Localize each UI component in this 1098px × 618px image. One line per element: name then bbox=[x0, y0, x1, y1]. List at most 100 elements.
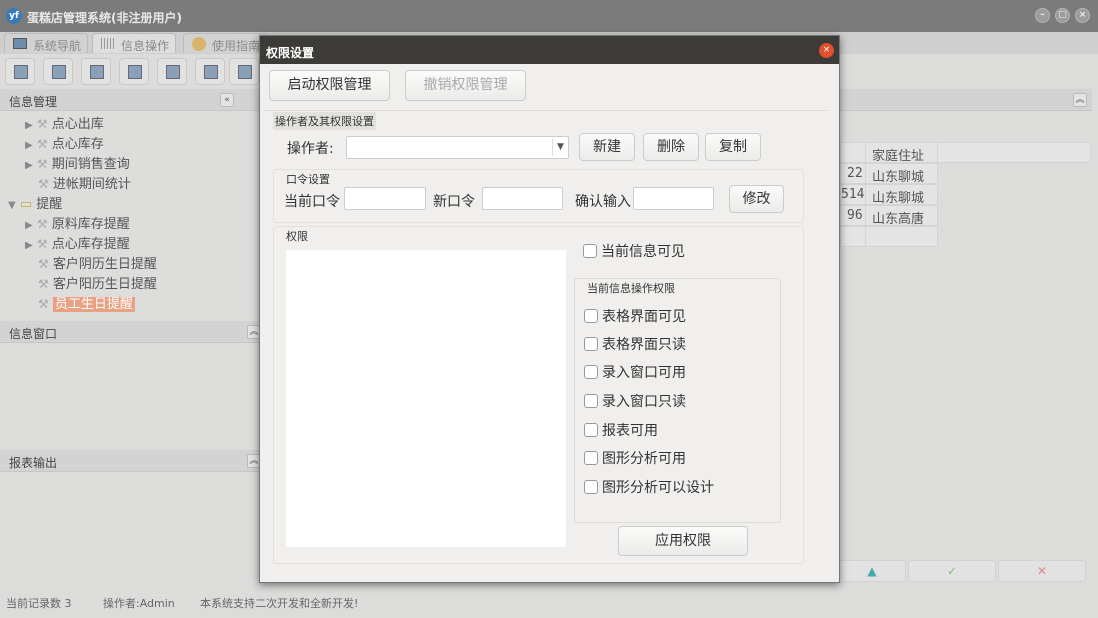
maximize-button[interactable]: □ bbox=[1055, 8, 1070, 23]
table-cell[interactable]: 山东聊城 bbox=[865, 184, 938, 205]
print-tool-button[interactable] bbox=[229, 58, 259, 85]
chevron-down-icon[interactable]: ▼ bbox=[552, 139, 568, 156]
wand-icon: ⚒ bbox=[38, 177, 49, 191]
tree-item[interactable]: ▶ ⚒ 点心库存提醒 bbox=[25, 233, 130, 253]
tree-item[interactable]: ▶ ⚒ 原料库存提醒 bbox=[25, 213, 130, 233]
screen-tool-button[interactable] bbox=[157, 58, 187, 85]
panel-title: 信息窗口 bbox=[9, 327, 58, 341]
tree-label: 点心库存 bbox=[51, 137, 104, 152]
checkbox-label: 表格界面可见 bbox=[602, 309, 686, 325]
cancel-button[interactable]: ✕ bbox=[998, 560, 1086, 582]
permission-list[interactable] bbox=[286, 250, 566, 547]
new-password-input[interactable] bbox=[482, 187, 563, 210]
folder-icon: ▭ bbox=[19, 197, 33, 212]
checkbox-label: 表格界面只读 bbox=[602, 337, 686, 353]
operator-status: 操作者:Admin bbox=[103, 597, 175, 610]
document-tool-button[interactable] bbox=[81, 58, 111, 85]
tree-folder[interactable]: ▼ ▭ 提醒 bbox=[8, 193, 62, 213]
table-cell[interactable] bbox=[840, 226, 866, 247]
checkbox-label: 当前信息可见 bbox=[601, 244, 685, 260]
search-tool-button[interactable] bbox=[5, 58, 35, 85]
panel-title: 信息管理 bbox=[9, 95, 58, 109]
table-header[interactable] bbox=[937, 142, 1091, 163]
checkbox-label: 录入窗口只读 bbox=[602, 394, 686, 410]
app-title: 蛋糕店管理系统(非注册用户) bbox=[27, 11, 182, 25]
table-header[interactable] bbox=[840, 142, 866, 163]
user-tool-button[interactable] bbox=[119, 58, 149, 85]
print-icon bbox=[238, 65, 252, 79]
tree-item[interactable]: ▶ ⚒ 期间销售查询 bbox=[25, 153, 130, 173]
tree-item[interactable]: ⚒ 客户阳历生日提醒 bbox=[38, 273, 157, 293]
confirm-password-label: 确认输入 bbox=[575, 194, 631, 210]
app-logo: yf bbox=[6, 8, 22, 24]
revoke-permission-button[interactable]: 撤销权限管理 bbox=[405, 70, 526, 101]
permission-checkbox[interactable]: 报表可用 bbox=[584, 420, 658, 439]
export-tool-button[interactable] bbox=[195, 58, 225, 85]
table-cell[interactable]: 山东高唐 bbox=[865, 205, 938, 226]
modify-password-button[interactable]: 修改 bbox=[729, 185, 784, 213]
table-cell[interactable]: 514 bbox=[840, 184, 866, 205]
permission-checkbox[interactable]: 图形分析可用 bbox=[584, 448, 686, 467]
confirm-password-input[interactable] bbox=[633, 187, 714, 210]
tree-label: 客户阴历生日提醒 bbox=[52, 257, 157, 272]
operator-label: 操作者: bbox=[287, 141, 334, 157]
new-operator-button[interactable]: 新建 bbox=[579, 133, 635, 161]
collapse-right-button[interactable]: ︽ bbox=[1073, 93, 1087, 107]
permission-checkbox[interactable]: 表格界面只读 bbox=[584, 334, 686, 353]
close-button[interactable]: × bbox=[1075, 8, 1090, 23]
collapse-left-button[interactable]: « bbox=[220, 93, 234, 107]
wand-icon: ⚒ bbox=[36, 117, 48, 131]
wand-icon: ⚒ bbox=[36, 137, 48, 151]
table-cell[interactable]: 山东聊城 bbox=[865, 163, 938, 184]
tab-guide[interactable]: 使用指南 bbox=[183, 33, 268, 53]
permission-checkbox[interactable]: 图形分析可以设计 bbox=[584, 477, 714, 496]
tree-item-selected[interactable]: ⚒ 员工生日提醒 bbox=[38, 293, 135, 313]
tab-info-ops[interactable]: 信息操作 bbox=[92, 33, 177, 53]
document-icon bbox=[90, 65, 104, 79]
panel-header-info-window: 信息窗口 bbox=[0, 321, 262, 343]
screen-icon bbox=[166, 65, 180, 79]
grid-icon bbox=[101, 38, 115, 49]
divider bbox=[264, 110, 829, 111]
checkbox-box bbox=[584, 309, 598, 323]
user-icon bbox=[128, 65, 142, 79]
table-cell[interactable]: 22 bbox=[840, 163, 866, 184]
panel-title: 报表输出 bbox=[9, 456, 58, 470]
tree-label: 原料库存提醒 bbox=[51, 217, 130, 232]
tree-item[interactable]: ⚒ 进帐期间统计 bbox=[38, 173, 131, 193]
operator-group-label: 操作者及其权限设置 bbox=[273, 112, 376, 130]
tab-system-nav[interactable]: 系统导航 bbox=[4, 33, 89, 53]
copy-operator-button[interactable]: 复制 bbox=[705, 133, 761, 161]
minimize-button[interactable]: – bbox=[1035, 8, 1050, 23]
current-password-label: 当前口令 bbox=[284, 194, 340, 210]
tree-item[interactable]: ▶ ⚒ 点心出库 bbox=[25, 113, 104, 133]
permission-checkbox[interactable]: 录入窗口只读 bbox=[584, 391, 686, 410]
tree-item[interactable]: ▶ ⚒ 点心库存 bbox=[25, 133, 104, 153]
permission-checkbox[interactable]: 录入窗口可用 bbox=[584, 362, 686, 381]
operator-combobox[interactable]: ▼ bbox=[346, 136, 569, 159]
checkbox-label: 图形分析可以设计 bbox=[602, 480, 714, 496]
tree-view: ▶ ⚒ 点心出库 ▶ ⚒ 点心库存 ▶ ⚒ 期间销售查询 ⚒ 进帐期间统计 ▼ … bbox=[0, 111, 262, 316]
delete-operator-button[interactable]: 删除 bbox=[643, 133, 699, 161]
export-icon bbox=[204, 65, 218, 79]
move-up-button[interactable]: ▲ bbox=[838, 560, 906, 582]
apply-permission-button[interactable]: 应用权限 bbox=[618, 526, 748, 556]
start-permission-button[interactable]: 启动权限管理 bbox=[269, 70, 390, 101]
wand-icon: ⚒ bbox=[36, 217, 48, 231]
table-cell[interactable]: 96 bbox=[840, 205, 866, 226]
dialog-close-button[interactable]: × bbox=[819, 43, 834, 58]
password-group-label: 口令设置 bbox=[286, 173, 330, 186]
info-visible-checkbox[interactable]: 当前信息可见 bbox=[583, 241, 685, 260]
permission-group-label: 权限 bbox=[286, 230, 308, 243]
table-header[interactable]: 家庭住址 bbox=[865, 142, 938, 163]
confirm-button[interactable]: ✓ bbox=[908, 560, 996, 582]
list-tool-button[interactable] bbox=[43, 58, 73, 85]
permission-checkbox[interactable]: 表格界面可见 bbox=[584, 306, 686, 325]
checkbox-box bbox=[584, 423, 598, 437]
tree-item[interactable]: ⚒ 客户阴历生日提醒 bbox=[38, 253, 157, 273]
panel-header-report: 报表输出 bbox=[0, 450, 262, 472]
title-bar: yf 蛋糕店管理系统(非注册用户) – □ × bbox=[0, 0, 1098, 32]
current-password-input[interactable] bbox=[344, 187, 426, 210]
table-cell[interactable] bbox=[865, 226, 938, 247]
wand-icon: ⚒ bbox=[36, 157, 48, 171]
